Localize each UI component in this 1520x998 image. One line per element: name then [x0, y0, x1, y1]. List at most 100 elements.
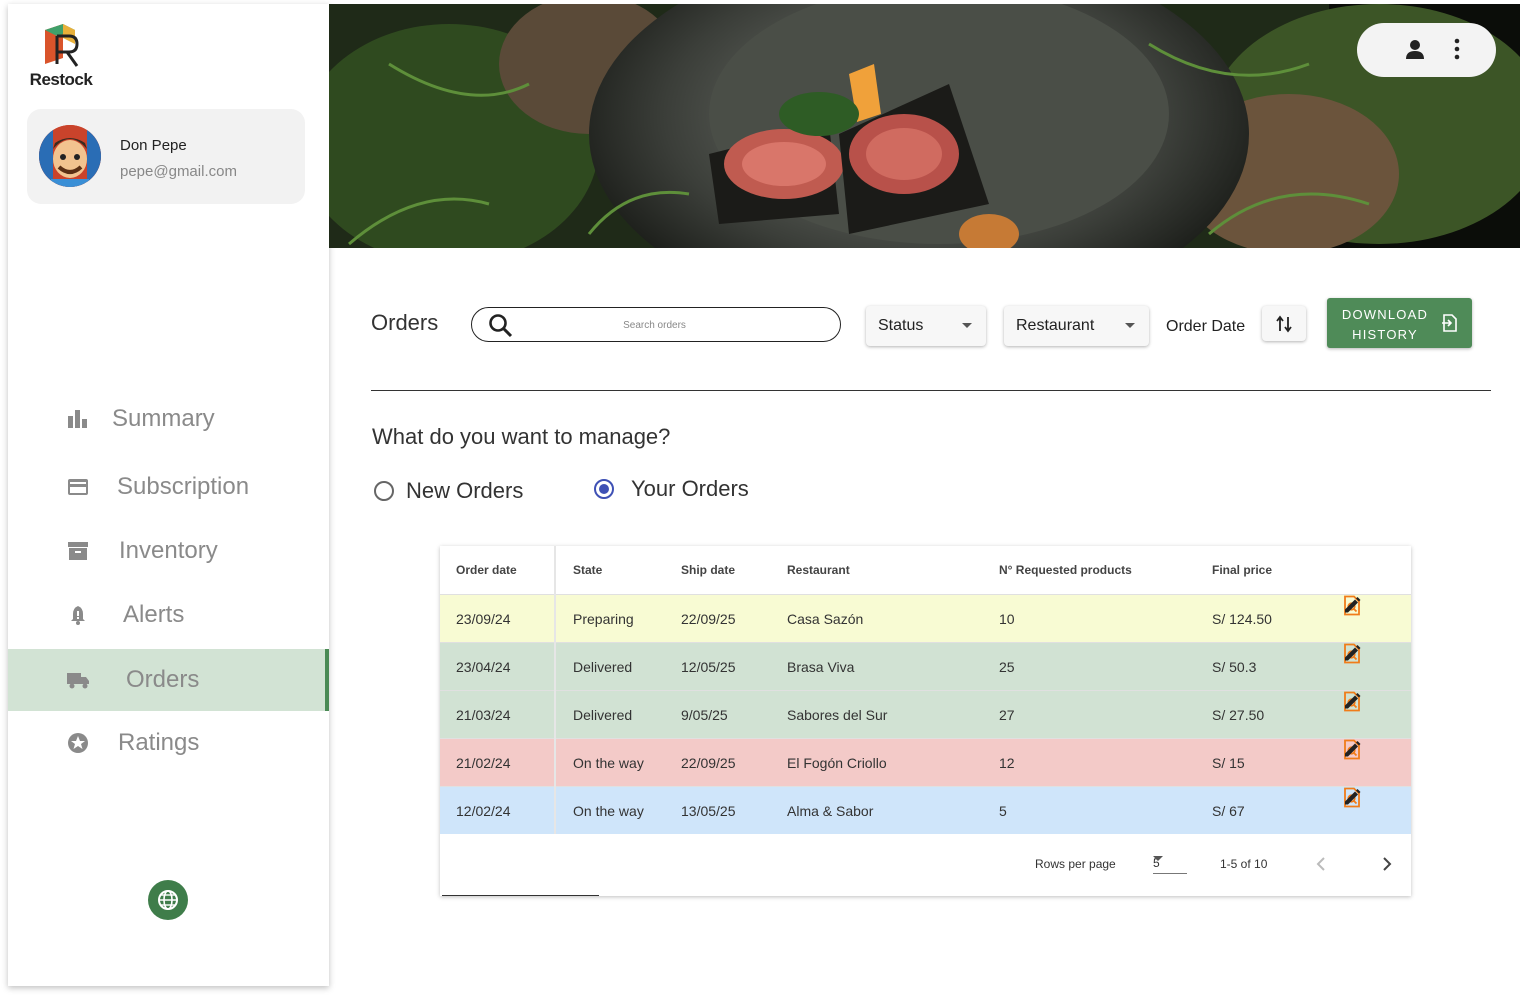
- chevron-down-icon: [1153, 856, 1163, 861]
- ship-date-cell: 22/09/25: [681, 610, 736, 627]
- edit-pencil-icon[interactable]: [1343, 645, 1361, 666]
- column-header[interactable]: N° Requested products: [999, 563, 1132, 577]
- ship-date-cell: 13/05/25: [681, 802, 736, 819]
- radio-checked-icon: [594, 479, 614, 499]
- restaurant-cell: Casa Sazón: [787, 610, 864, 627]
- radio-label: New Orders: [406, 478, 524, 503]
- products-cell: 5: [999, 802, 1007, 819]
- order-date-cell: 12/02/24: [456, 802, 511, 819]
- column-header[interactable]: Order date: [456, 563, 517, 577]
- globe-icon: [158, 890, 178, 910]
- sidebar-item-label: Subscription: [117, 473, 250, 500]
- truck-icon: [66, 668, 90, 692]
- search-input[interactable]: [532, 315, 777, 335]
- page-title: Orders: [371, 310, 439, 335]
- radio-your-orders[interactable]: Your Orders: [594, 476, 749, 502]
- price-cell: S/ 67: [1212, 802, 1245, 819]
- sort-arrows-icon: [1276, 315, 1292, 332]
- language-button[interactable]: [148, 880, 188, 920]
- previous-page-button[interactable]: [1316, 857, 1326, 874]
- table-row[interactable]: 23/09/24 Preparing 22/09/25 Casa Sazón 1…: [440, 594, 1411, 642]
- bell-icon: [66, 603, 90, 627]
- app-logo[interactable]: Restock: [26, 22, 96, 90]
- table-row[interactable]: 21/03/24 Delivered 9/05/25 Sabores del S…: [440, 690, 1411, 738]
- restaurant-filter-label: Restaurant: [1016, 317, 1095, 334]
- sidebar-item-alerts[interactable]: Alerts: [8, 584, 329, 646]
- sidebar-item-subscription[interactable]: Subscription: [8, 456, 329, 518]
- sidebar-item-orders[interactable]: Orders: [8, 649, 329, 711]
- person-icon[interactable]: [1404, 38, 1426, 65]
- price-cell: S/ 15: [1212, 754, 1245, 771]
- sidebar-item-label: Ratings: [118, 729, 200, 756]
- table-row[interactable]: 12/02/24 On the way 13/05/25 Alma & Sabo…: [440, 786, 1411, 834]
- restaurant-cell: Alma & Sabor: [787, 802, 874, 819]
- profile-name: Don Pepe: [120, 137, 187, 154]
- user-menu-pill: [1357, 23, 1496, 77]
- restaurant-cell: Brasa Viva: [787, 658, 855, 675]
- radio-unchecked-icon: [374, 481, 394, 501]
- status-filter-label: Status: [878, 317, 924, 334]
- orders-table: Order date State Ship date Restaurant N°…: [440, 546, 1411, 896]
- edit-pencil-icon[interactable]: [1343, 693, 1361, 714]
- search-icon: [489, 314, 513, 338]
- rows-per-page-select[interactable]: 5: [1153, 848, 1187, 874]
- products-cell: 27: [999, 706, 1015, 723]
- restaurant-filter-select[interactable]: Restaurant: [1004, 306, 1149, 346]
- table-header: Order date State Ship date Restaurant N°…: [440, 546, 1411, 594]
- search-box[interactable]: [471, 307, 841, 342]
- manage-question: What do you want to manage?: [372, 424, 671, 449]
- price-cell: S/ 50.3: [1212, 658, 1257, 675]
- edit-pencil-icon[interactable]: [1343, 741, 1361, 762]
- state-cell: Preparing: [573, 610, 634, 627]
- rows-per-page-label: Rows per page: [1035, 857, 1116, 871]
- next-page-button[interactable]: [1382, 857, 1392, 874]
- ship-date-cell: 12/05/25: [681, 658, 736, 675]
- file-export-icon: [1442, 314, 1457, 332]
- column-header[interactable]: Final price: [1212, 563, 1272, 577]
- more-vertical-icon[interactable]: [1453, 38, 1461, 65]
- download-history-button[interactable]: DOWNLOAD HISTORY: [1327, 298, 1472, 348]
- restock-logo-icon: [45, 24, 79, 67]
- sort-order-date-button[interactable]: [1262, 306, 1306, 341]
- status-filter-select[interactable]: Status: [866, 306, 986, 346]
- sidebar-item-summary[interactable]: Summary: [8, 388, 329, 450]
- restaurant-cell: El Fogón Criollo: [787, 754, 887, 771]
- archive-icon: [66, 539, 90, 563]
- products-cell: 12: [999, 754, 1015, 771]
- restaurant-cell: Sabores del Sur: [787, 706, 888, 723]
- order-date-label: Order Date: [1166, 318, 1246, 335]
- hero-banner-image: [329, 4, 1520, 248]
- state-cell: On the way: [573, 802, 644, 819]
- column-header[interactable]: State: [573, 563, 602, 577]
- avatar: [39, 125, 101, 187]
- sidebar-item-label: Alerts: [123, 601, 185, 628]
- sidebar-item-inventory[interactable]: Inventory: [8, 520, 329, 582]
- column-header[interactable]: Ship date: [681, 563, 735, 577]
- profile-card[interactable]: Don Pepe pepe@gmail.com: [27, 109, 305, 204]
- table-row[interactable]: 21/02/24 On the way 22/09/25 El Fogón Cr…: [440, 738, 1411, 786]
- price-cell: S/ 27.50: [1212, 706, 1265, 723]
- column-header[interactable]: Restaurant: [787, 563, 850, 577]
- sidebar-item-label: Orders: [126, 666, 200, 693]
- order-date-cell: 23/09/24: [456, 610, 511, 627]
- sidebar-item-ratings[interactable]: Ratings: [8, 712, 329, 774]
- order-date-cell: 23/04/24: [456, 658, 511, 675]
- pagination-range: 1-5 of 10: [1220, 857, 1268, 871]
- order-date-cell: 21/03/24: [456, 706, 511, 723]
- table-underline: [442, 895, 599, 896]
- edit-pencil-icon[interactable]: [1343, 789, 1361, 810]
- sidebar-item-label: Summary: [112, 405, 215, 432]
- state-cell: Delivered: [573, 706, 633, 723]
- profile-email: pepe@gmail.com: [120, 163, 237, 180]
- products-cell: 25: [999, 658, 1015, 675]
- section-divider: [371, 390, 1491, 391]
- radio-new-orders[interactable]: New Orders: [374, 478, 523, 504]
- chevron-right-icon: [1383, 857, 1392, 871]
- table-row[interactable]: 23/04/24 Delivered 12/05/25 Brasa Viva 2…: [440, 642, 1411, 690]
- download-history-label: DOWNLOAD HISTORY: [1341, 307, 1429, 342]
- chevron-down-icon: [962, 323, 972, 328]
- chevron-left-icon: [1316, 857, 1325, 871]
- sidebar-item-label: Inventory: [119, 537, 218, 564]
- edit-pencil-icon[interactable]: [1343, 597, 1361, 618]
- order-date-cell: 21/02/24: [456, 754, 511, 771]
